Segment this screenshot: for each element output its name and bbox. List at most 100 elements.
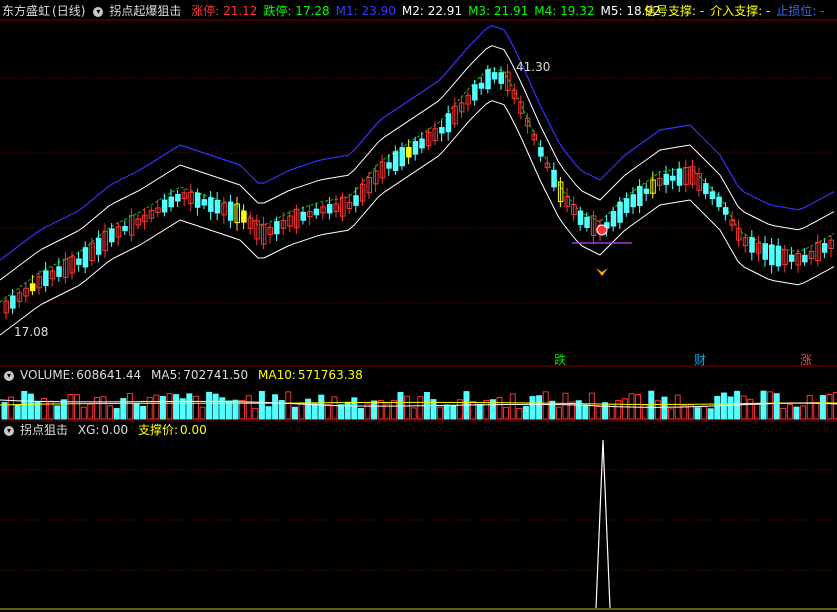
candle-body — [161, 199, 168, 213]
candle-body — [762, 243, 768, 260]
candle-body — [577, 210, 584, 225]
volume-bar — [126, 392, 133, 420]
candle-body — [584, 216, 590, 228]
volume-bar — [780, 407, 787, 420]
volume-bar — [54, 405, 61, 420]
candle-body — [29, 283, 36, 292]
candle-body — [227, 201, 234, 221]
panel-menu-icon[interactable]: ▾ — [4, 425, 14, 436]
volume-bar — [206, 391, 213, 420]
volume-bar — [701, 405, 708, 420]
candle-body — [623, 198, 630, 213]
candle-body — [663, 173, 669, 185]
volume-bar — [87, 403, 94, 420]
signal-marker-icon — [596, 224, 608, 236]
candle-body — [676, 168, 683, 186]
candle-body — [399, 147, 405, 167]
candle-body — [122, 226, 128, 232]
signal-tag-money: 财 — [694, 353, 707, 367]
volume-bar — [199, 406, 206, 420]
volume-bar — [503, 406, 510, 420]
volume-bar — [113, 408, 120, 420]
volume-bar — [694, 407, 701, 420]
volume-bar — [159, 396, 166, 420]
volume-bar — [707, 408, 714, 420]
signal-tag-up: 涨 — [800, 353, 813, 367]
candle-body — [274, 221, 280, 235]
volume-bar — [331, 396, 338, 420]
header-item-2: M1: 23.90 — [335, 4, 396, 18]
candle-body — [472, 84, 478, 101]
volume-title: VOLUME: — [20, 368, 75, 382]
candle-body — [168, 196, 174, 208]
volume-bar — [60, 399, 67, 420]
volume-bar — [476, 404, 483, 420]
panel-menu-icon[interactable]: ▾ — [4, 370, 14, 381]
volume-bar — [443, 404, 450, 420]
volume-bar — [819, 395, 826, 420]
volume-bar — [351, 397, 358, 420]
volume-bar — [615, 399, 622, 420]
indicator-header: ▾ 拐点狙击 XG: 0.00 支撑价: 0.00 — [2, 421, 213, 439]
candle-body — [769, 244, 775, 266]
volume-bar — [14, 404, 21, 420]
xg-label: XG: — [77, 423, 100, 437]
candle-body — [313, 208, 320, 216]
volume-bar — [324, 404, 331, 420]
volume-bar — [245, 395, 252, 420]
volume-bar — [806, 394, 813, 420]
volume-bar — [338, 404, 345, 420]
volume-bar — [166, 393, 173, 420]
band-line-m3 — [0, 67, 835, 303]
volume-bar — [813, 402, 820, 420]
header-item-0: 涨停: 21.12 — [191, 4, 258, 18]
volume-bar — [628, 393, 635, 420]
header-right-item-0: 信号支撑: - — [644, 4, 705, 18]
volume-bar — [509, 393, 516, 420]
volume-bar — [258, 390, 265, 420]
candle-body — [445, 113, 452, 133]
volume-bar — [21, 390, 28, 420]
candle-body — [749, 237, 755, 253]
volume-bar — [27, 393, 34, 420]
ma10-value: 571763.38 — [297, 368, 363, 382]
candle-body — [538, 147, 544, 157]
candle-body — [551, 169, 557, 188]
volume-bar — [311, 403, 318, 420]
volume-bar — [536, 395, 543, 420]
volume-bar — [562, 392, 569, 420]
volume-bar — [595, 405, 602, 420]
volume-bar — [146, 396, 153, 420]
low-price-label: 17.08 — [14, 325, 49, 339]
volume-bar — [410, 407, 417, 420]
ma5-value: 702741.50 — [183, 368, 249, 382]
xg-value: 0.00 — [101, 423, 129, 437]
candle-body — [175, 193, 181, 202]
volume-bar — [786, 404, 793, 420]
indicator-name[interactable]: 拐点起爆狙击 — [109, 4, 181, 18]
candle-body — [208, 197, 214, 212]
volume-bar — [582, 404, 589, 420]
dropdown-icon[interactable]: ▾ — [93, 6, 104, 17]
volume-bar — [740, 395, 747, 420]
candle-body — [485, 69, 491, 90]
volume-bar — [621, 398, 628, 420]
header-item-1: 跌停: 17.28 — [263, 4, 330, 18]
candle-body — [610, 211, 617, 227]
indicator-title: 拐点狙击 — [20, 423, 69, 437]
volume-bar — [100, 396, 107, 420]
candle-body — [76, 258, 82, 265]
volume-bar — [285, 391, 292, 420]
volume-bar — [833, 391, 837, 420]
volume-bar — [252, 407, 259, 420]
candle-body — [194, 192, 201, 208]
support-value: 0.00 — [180, 423, 207, 437]
candle-body — [491, 72, 498, 80]
price-chart[interactable] — [0, 0, 837, 612]
header-right-values: 信号支撑: - 介入支撑: - 止损位: - — [644, 2, 831, 20]
header-item-5: M4: 19.32 — [534, 4, 595, 18]
volume-bar — [470, 400, 477, 420]
candle-body — [109, 228, 115, 243]
volume-bar — [654, 400, 661, 420]
header-item-4: M3: 21.91 — [468, 4, 529, 18]
